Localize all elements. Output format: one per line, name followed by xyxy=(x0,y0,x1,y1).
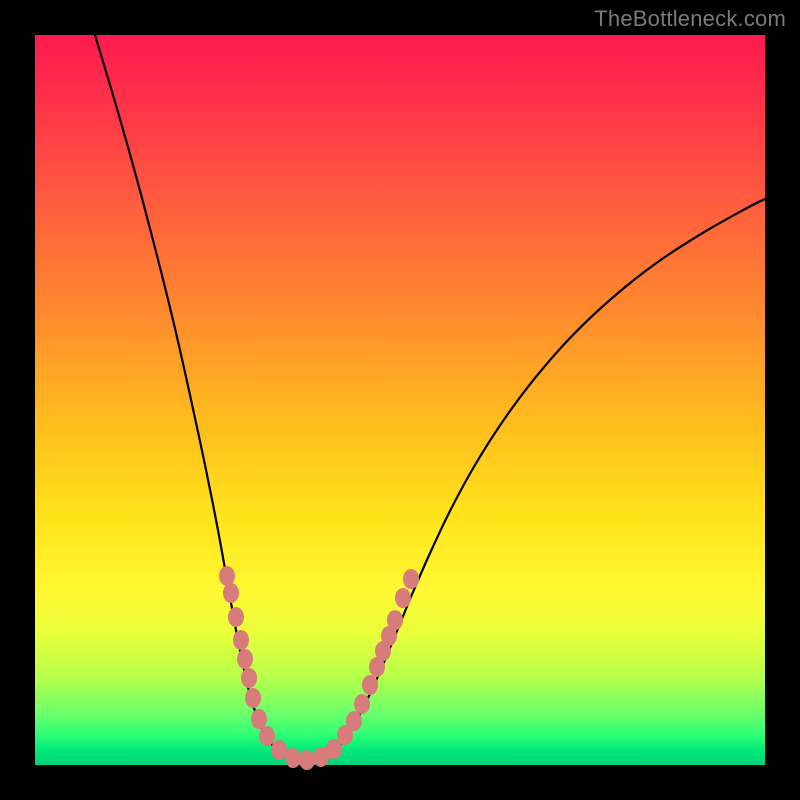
marker-dot xyxy=(299,750,315,770)
marker-dot xyxy=(395,588,411,608)
marker-layer xyxy=(219,566,419,770)
marker-dot xyxy=(251,709,267,729)
marker-dot xyxy=(271,740,287,760)
chart-stage: TheBottleneck.com xyxy=(0,0,800,800)
curve-layer xyxy=(95,35,765,761)
curve-left-curve xyxy=(95,35,307,761)
marker-dot xyxy=(346,711,362,731)
marker-dot xyxy=(237,649,253,669)
marker-dot xyxy=(228,607,244,627)
marker-dot xyxy=(354,694,370,714)
marker-dot xyxy=(241,668,257,688)
chart-plot xyxy=(35,35,765,765)
marker-dot xyxy=(362,675,378,695)
marker-dot xyxy=(223,583,239,603)
marker-dot xyxy=(219,566,235,586)
marker-dot xyxy=(387,610,403,630)
watermark-text: TheBottleneck.com xyxy=(594,6,786,32)
marker-dot xyxy=(245,688,261,708)
marker-dot xyxy=(259,726,275,746)
marker-dot xyxy=(285,748,301,768)
marker-dot xyxy=(233,630,249,650)
marker-dot xyxy=(403,569,419,589)
